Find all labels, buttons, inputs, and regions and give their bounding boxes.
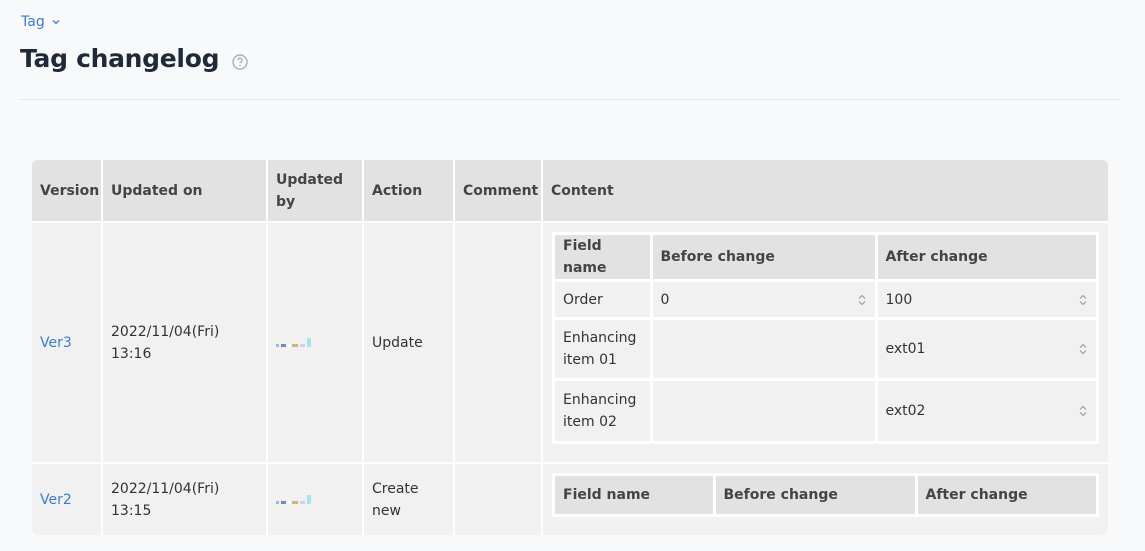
spinner-icon — [1079, 405, 1087, 417]
diff-after-value: ext01 — [885, 341, 926, 358]
action-line2: new — [372, 502, 401, 519]
diff-field-line2: item 01 — [563, 352, 617, 369]
user-avatar — [276, 494, 311, 504]
diff-row: Enhancing item 02 ext02 — [555, 379, 1096, 441]
diff-before: 0 — [651, 280, 878, 321]
diff-header-field: Field name — [555, 475, 716, 514]
diff-before — [651, 379, 878, 441]
header-content: Content — [542, 160, 1108, 223]
version-cell: Ver2 — [32, 463, 103, 535]
spinner-icon — [858, 294, 865, 306]
spinner-icon — [1079, 343, 1087, 355]
table-row: Ver2 2022/11/04(Fri) 13:15 Create new Fi… — [32, 463, 1108, 535]
action-cell: Create new — [363, 463, 455, 535]
diff-after: ext02 — [876, 379, 1096, 441]
changelog-table: Version Updated on Updated by Action Com… — [32, 160, 1108, 535]
diff-after: 100 — [876, 280, 1096, 321]
header-updated-by: Updated by — [267, 160, 364, 223]
page-title: Tag changelog — [20, 44, 220, 73]
diff-before-value: 0 — [660, 291, 670, 308]
user-avatar — [276, 337, 311, 347]
diff-field-line1: Enhancing — [563, 392, 637, 408]
updated-date: 2022/11/04(Fri) — [111, 323, 220, 340]
breadcrumb-tag-link[interactable]: Tag — [21, 14, 45, 30]
diff-header-after: After change — [916, 475, 1096, 514]
version-link[interactable]: Ver2 — [40, 492, 72, 508]
updated-by-cell — [267, 463, 364, 535]
header-updated-on: Updated on — [102, 160, 268, 223]
breadcrumb[interactable]: Tag — [21, 14, 61, 30]
updated-on-cell: 2022/11/04(Fri) 13:15 — [102, 463, 268, 535]
diff-after-value: 100 — [885, 291, 913, 308]
updated-time: 13:16 — [111, 345, 152, 362]
diff-field-line1: Enhancing — [563, 330, 637, 347]
header-action: Action — [363, 160, 455, 223]
diff-field-line2: item 02 — [563, 414, 617, 430]
version-cell: Ver3 — [32, 222, 103, 464]
spinner-icon — [1079, 294, 1087, 306]
header-comment: Comment — [454, 160, 543, 223]
title-row: Tag changelog — [20, 44, 249, 73]
help-icon[interactable] — [231, 53, 249, 71]
diff-header-before: Before change — [714, 475, 918, 514]
comment-cell — [454, 463, 543, 535]
diff-after: ext01 — [876, 318, 1096, 382]
updated-on-cell: 2022/11/04(Fri) 13:16 — [102, 222, 268, 464]
diff-after-value: ext02 — [885, 403, 926, 419]
action-cell: Update — [363, 222, 455, 464]
table-row: Ver3 2022/11/04(Fri) 13:16 Update Field … — [32, 222, 1108, 464]
diff-header-after: After change — [876, 235, 1096, 283]
content-diff-table: Field name Before change After change — [552, 472, 1099, 517]
updated-time: 13:15 — [111, 502, 152, 519]
version-link[interactable]: Ver3 — [40, 335, 72, 351]
diff-row: Order 0 100 — [555, 280, 1096, 321]
content-diff-table: Field name Before change After change Or… — [552, 232, 1099, 444]
header-version: Version — [32, 160, 103, 223]
action-line1: Create — [372, 480, 419, 497]
diff-row: Enhancing item 01 ext01 — [555, 318, 1096, 382]
diff-field: Enhancing item 01 — [555, 318, 653, 382]
header-divider — [20, 99, 1121, 100]
content-cell: Field name Before change After change Or… — [542, 222, 1108, 464]
content-cell: Field name Before change After change — [542, 463, 1108, 535]
updated-date: 2022/11/04(Fri) — [111, 480, 220, 497]
comment-cell — [454, 222, 543, 464]
diff-header-field: Field name — [555, 235, 653, 283]
table-header-row: Version Updated on Updated by Action Com… — [32, 160, 1108, 223]
diff-before — [651, 318, 878, 382]
diff-field: Enhancing item 02 — [555, 379, 653, 441]
diff-field: Order — [555, 280, 653, 321]
updated-by-cell — [267, 222, 364, 464]
diff-header-before: Before change — [651, 235, 878, 283]
chevron-down-icon[interactable] — [51, 17, 61, 27]
